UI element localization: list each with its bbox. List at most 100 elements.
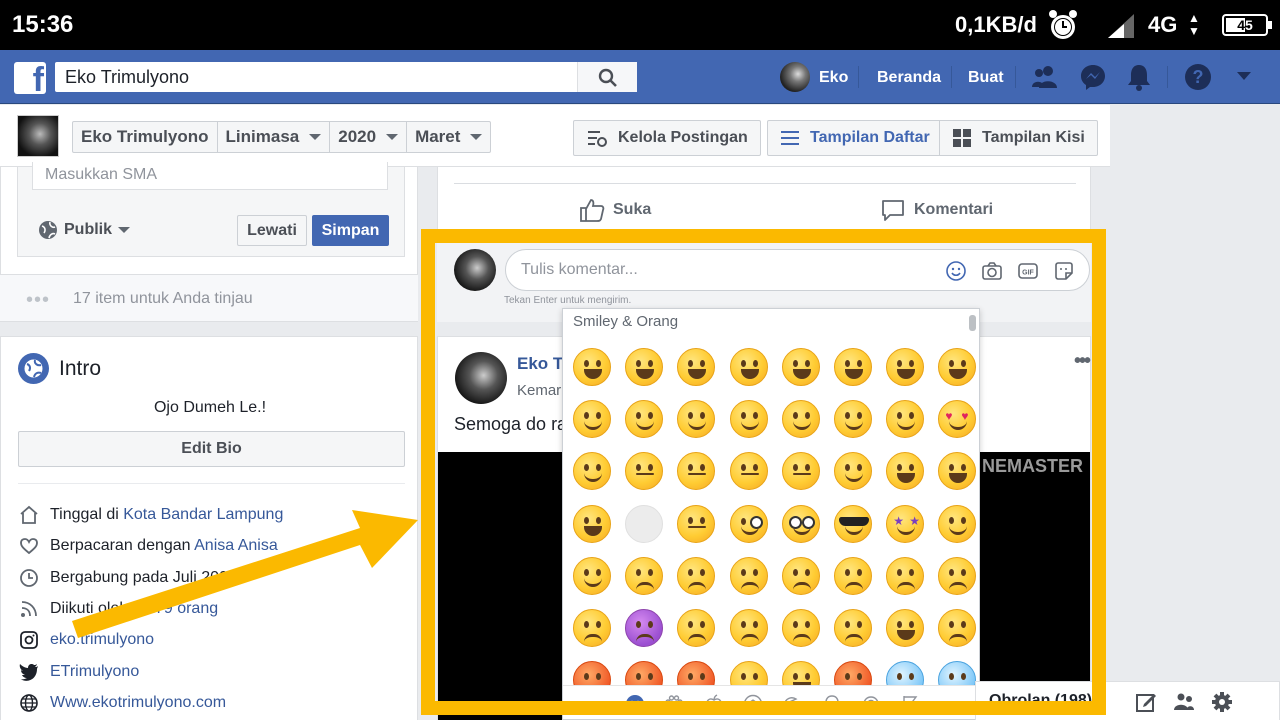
emoji-pensive-icon[interactable]	[727, 554, 771, 598]
emoji-kiss-icon[interactable]	[674, 449, 718, 493]
emoji-sad-icon[interactable]	[883, 554, 927, 598]
emoji-purple-icon[interactable]	[622, 606, 666, 650]
emoji-grin-icon[interactable]	[570, 345, 614, 389]
user-avatar[interactable]	[780, 62, 810, 92]
emoji-halo-icon[interactable]	[674, 397, 718, 441]
notifications-icon[interactable]	[1125, 62, 1153, 92]
instagram-link[interactable]: eko.trimulyono	[50, 631, 154, 649]
post-options-icon[interactable]: •••	[1074, 350, 1091, 373]
emoji-cool-icon[interactable]	[831, 502, 875, 546]
friend-requests-icon[interactable]	[1030, 62, 1060, 92]
create-link[interactable]: Buat	[968, 69, 1004, 87]
symbols-tab-icon[interactable]	[860, 693, 882, 715]
emoji-unamused-icon[interactable]	[622, 554, 666, 598]
breadcrumb-year[interactable]: 2020	[330, 122, 408, 152]
profile-thumbnail[interactable]	[17, 115, 59, 157]
emoji-hearts-icon[interactable]	[570, 449, 614, 493]
emoji-kiss-icon[interactable]	[727, 449, 771, 493]
like-button[interactable]: Suka	[579, 197, 651, 223]
food-tab-icon[interactable]	[703, 693, 725, 715]
emoji-star-icon[interactable]: ★ ★	[883, 502, 927, 546]
skip-button[interactable]: Lewati	[237, 215, 307, 246]
smiley-tab-icon[interactable]	[624, 693, 646, 715]
emoji-smile-icon[interactable]	[622, 397, 666, 441]
emoji-sad-icon[interactable]	[935, 554, 979, 598]
emoji-nerd-icon[interactable]	[779, 502, 823, 546]
search-button[interactable]	[577, 62, 637, 92]
chat-settings-gear-icon[interactable]	[1210, 690, 1234, 714]
privacy-selector[interactable]: Publik	[38, 220, 131, 240]
emoji-grin-icon[interactable]	[727, 345, 771, 389]
emoji-steam-icon[interactable]	[935, 606, 979, 650]
group-chat-icon[interactable]	[1172, 690, 1196, 714]
emoji-rofl-icon[interactable]	[935, 345, 979, 389]
profile-link[interactable]: Eko	[819, 69, 848, 87]
emoji-relief-icon[interactable]	[883, 397, 927, 441]
emoji-persevere-icon[interactable]	[570, 606, 614, 650]
breadcrumb-profile[interactable]: Eko Trimulyono	[73, 122, 218, 152]
emoji-upside-icon[interactable]	[779, 397, 823, 441]
breadcrumb-month[interactable]: Maret	[407, 122, 490, 152]
help-icon[interactable]: ?	[1184, 62, 1212, 92]
messenger-icon[interactable]	[1078, 62, 1108, 92]
emoji-sweat-icon[interactable]	[831, 345, 875, 389]
flags-tab-icon[interactable]	[899, 693, 921, 715]
emoji-grin-icon[interactable]	[622, 345, 666, 389]
emoji-worried-icon[interactable]	[779, 554, 823, 598]
sticker-icon[interactable]	[1053, 260, 1075, 282]
emoji-sad-icon[interactable]	[674, 554, 718, 598]
post-timestamp[interactable]: Kemar	[517, 382, 561, 399]
account-menu-chevron-down-icon[interactable]	[1236, 71, 1252, 81]
review-items-row[interactable]: ••• 17 item untuk Anda tinjau	[0, 274, 418, 322]
manage-posts-button[interactable]: Kelola Postingan	[573, 120, 761, 156]
emoji-confused-icon[interactable]	[831, 554, 875, 598]
search-input[interactable]	[55, 62, 577, 92]
home-link[interactable]: Beranda	[877, 69, 941, 87]
emoji-wink-icon[interactable]	[831, 397, 875, 441]
lives-place-link[interactable]: Kota Bandar Lampung	[123, 506, 283, 523]
emoji-tongue-icon[interactable]	[883, 449, 927, 493]
partner-link[interactable]: Anisa Anisa	[194, 537, 278, 554]
high-school-input[interactable]: Masukkan SMA	[32, 162, 388, 190]
post-author-avatar[interactable]	[455, 352, 507, 404]
emoji-blank-icon[interactable]	[622, 502, 666, 546]
emoji-smile-icon[interactable]	[727, 397, 771, 441]
edit-bio-button[interactable]: Edit Bio	[18, 431, 405, 467]
gif-icon[interactable]: GIF	[1017, 260, 1039, 282]
emoji-yum-icon[interactable]	[831, 449, 875, 493]
emoji-laugh-icon[interactable]	[779, 345, 823, 389]
animals-tab-icon[interactable]	[663, 693, 685, 715]
activity-tab-icon[interactable]	[742, 693, 764, 715]
emoji-plead-icon[interactable]	[779, 606, 823, 650]
travel-tab-icon[interactable]	[781, 693, 803, 715]
emoji-smile-icon[interactable]	[570, 397, 614, 441]
emoji-icon[interactable]	[945, 260, 967, 282]
new-message-icon[interactable]	[1134, 690, 1158, 714]
comment-input[interactable]: Tulis komentar... GIF	[505, 249, 1090, 291]
grid-view-button[interactable]: Tampilan Kisi	[939, 120, 1098, 156]
emoji-zany-icon[interactable]	[570, 502, 614, 546]
emoji-kiss-icon[interactable]	[622, 449, 666, 493]
emoji-tongue-icon[interactable]	[935, 449, 979, 493]
emoji-brow-icon[interactable]	[674, 502, 718, 546]
post-author-name[interactable]: Eko T	[517, 354, 563, 374]
twitter-link[interactable]: ETrimulyono	[50, 663, 139, 681]
emoji-party-icon[interactable]	[935, 502, 979, 546]
save-button[interactable]: Simpan	[312, 215, 389, 246]
emoji-hearteyes-icon[interactable]: ♥ ♥	[935, 397, 979, 441]
chat-bar[interactable]: Obrolan (198)	[975, 681, 1280, 720]
emoji-scrollbar[interactable]	[969, 315, 976, 331]
emoji-sob-icon[interactable]	[883, 606, 927, 650]
emoji-smirk-icon[interactable]	[570, 554, 614, 598]
emoji-kiss-icon[interactable]	[779, 449, 823, 493]
emoji-grin-icon[interactable]	[674, 345, 718, 389]
objects-tab-icon[interactable]	[821, 693, 843, 715]
emoji-cry-icon[interactable]	[831, 606, 875, 650]
camera-icon[interactable]	[981, 260, 1003, 282]
list-view-button[interactable]: Tampilan Daftar	[767, 120, 943, 156]
emoji-tired-icon[interactable]	[674, 606, 718, 650]
emoji-monocle-icon[interactable]	[727, 502, 771, 546]
comment-button[interactable]: Komentari	[880, 197, 993, 223]
emoji-tears-icon[interactable]	[883, 345, 927, 389]
breadcrumb-timeline[interactable]: Linimasa	[218, 122, 331, 152]
